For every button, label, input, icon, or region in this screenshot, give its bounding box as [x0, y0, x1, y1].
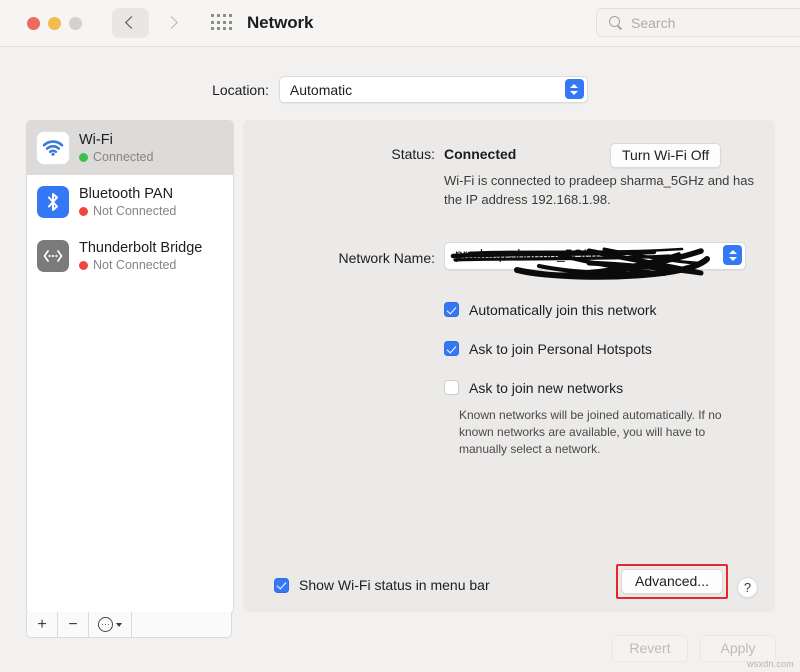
chevron-right-icon — [167, 15, 176, 31]
checkbox-checked-icon[interactable] — [274, 578, 289, 593]
status-description: Wi-Fi is connected to pradeep sharma_5GH… — [444, 171, 774, 209]
status-text: Connected — [93, 150, 153, 165]
turn-wifi-off-button[interactable]: Turn Wi-Fi Off — [610, 143, 721, 168]
sidebar-toolbar: + − — [26, 612, 232, 638]
network-name-row: Network Name: pradeep sharma_5GHz — [243, 242, 775, 270]
checkbox-show-wifi-status[interactable]: Show Wi-Fi status in menu bar — [274, 577, 490, 593]
location-row: Location: Automatic — [0, 76, 800, 103]
thunderbolt-bridge-icon — [37, 240, 69, 272]
sidebar-item-label: Thunderbolt Bridge — [79, 240, 202, 257]
chevron-left-icon — [126, 15, 135, 31]
checkbox-checked-icon[interactable] — [444, 302, 459, 317]
checkbox-label: Ask to join new networks — [469, 380, 623, 396]
chevron-updown-icon — [565, 79, 584, 99]
sidebar-toolbar-spacer — [132, 612, 231, 637]
status-dot-disconnected — [79, 261, 88, 270]
location-label: Location: — [212, 82, 269, 98]
status-dot-disconnected — [79, 207, 88, 216]
status-text: Not Connected — [93, 258, 176, 273]
site-watermark: wsxdn.com — [747, 659, 794, 669]
remove-service-button[interactable]: − — [58, 612, 89, 637]
zoom-button[interactable] — [69, 17, 82, 30]
sidebar-item-wifi[interactable]: Wi-Fi Connected — [27, 121, 233, 175]
location-dropdown[interactable]: Automatic — [279, 76, 588, 103]
minimize-button[interactable] — [48, 17, 61, 30]
chevron-down-icon — [116, 623, 122, 627]
checkbox-checked-icon[interactable] — [444, 341, 459, 356]
sidebar-item-status: Connected — [79, 150, 153, 165]
checkbox-ask-new-networks[interactable]: Ask to join new networks — [444, 368, 657, 407]
chevron-updown-icon — [723, 245, 742, 265]
bluetooth-icon — [37, 186, 69, 218]
status-value: Connected — [444, 143, 516, 162]
status-dot-connected — [79, 153, 88, 162]
forward-button[interactable] — [153, 8, 190, 38]
wifi-icon — [37, 132, 69, 164]
search-icon — [609, 16, 623, 30]
checkbox-label: Ask to join Personal Hotspots — [469, 341, 652, 357]
search-field[interactable]: Search — [596, 8, 800, 37]
apply-button[interactable]: Apply — [700, 635, 776, 662]
close-button[interactable] — [27, 17, 40, 30]
network-name-label: Network Name: — [243, 247, 435, 266]
status-label: Status: — [243, 143, 435, 162]
wifi-settings-panel: Status: Connected Turn Wi-Fi Off Wi-Fi i… — [243, 120, 775, 612]
search-placeholder: Search — [631, 15, 675, 31]
network-name-dropdown[interactable]: pradeep sharma_5GHz — [444, 242, 746, 270]
checkbox-label: Show Wi-Fi status in menu bar — [299, 577, 490, 593]
network-name-value: pradeep sharma_5GHz — [455, 246, 601, 262]
navigation-buttons — [112, 8, 190, 38]
window-titlebar: Network Search — [0, 0, 800, 47]
status-text: Not Connected — [93, 204, 176, 219]
panel-bottom-row: Show Wi-Fi status in menu bar Advanced..… — [243, 577, 775, 593]
checkbox-auto-join[interactable]: Automatically join this network — [444, 290, 657, 329]
network-services-list[interactable]: Wi-Fi Connected Bluetooth PAN Not Connec… — [26, 120, 234, 614]
help-button[interactable]: ? — [737, 577, 758, 598]
window-title: Network — [247, 13, 313, 33]
sidebar-item-label: Wi-Fi — [79, 132, 153, 149]
window-footer-buttons: Revert Apply — [612, 635, 776, 662]
networks-help-text: Known networks will be joined automatica… — [459, 407, 751, 458]
sidebar-item-status: Not Connected — [79, 204, 176, 219]
traffic-lights — [27, 17, 82, 30]
advanced-button[interactable]: Advanced... — [621, 569, 723, 594]
sidebar-item-thunderbolt-bridge[interactable]: Thunderbolt Bridge Not Connected — [27, 229, 233, 283]
action-gear-icon — [98, 617, 113, 632]
sidebar-item-status: Not Connected — [79, 258, 202, 273]
add-service-button[interactable]: + — [27, 612, 58, 637]
checkbox-unchecked-icon[interactable] — [444, 380, 459, 395]
sidebar-item-label: Bluetooth PAN — [79, 186, 176, 203]
location-value: Automatic — [290, 82, 352, 98]
status-row: Status: Connected Turn Wi-Fi Off — [243, 143, 775, 162]
back-button[interactable] — [112, 8, 149, 38]
revert-button[interactable]: Revert — [612, 635, 688, 662]
show-all-grid-icon[interactable] — [211, 14, 233, 32]
sidebar-item-bluetooth-pan[interactable]: Bluetooth PAN Not Connected — [27, 175, 233, 229]
wifi-options-checkboxes: Automatically join this network Ask to j… — [444, 290, 657, 407]
advanced-button-wrapper: Advanced... — [621, 569, 723, 594]
checkbox-label: Automatically join this network — [469, 302, 657, 318]
checkbox-ask-personal-hotspots[interactable]: Ask to join Personal Hotspots — [444, 329, 657, 368]
action-menu-button[interactable] — [89, 612, 132, 637]
